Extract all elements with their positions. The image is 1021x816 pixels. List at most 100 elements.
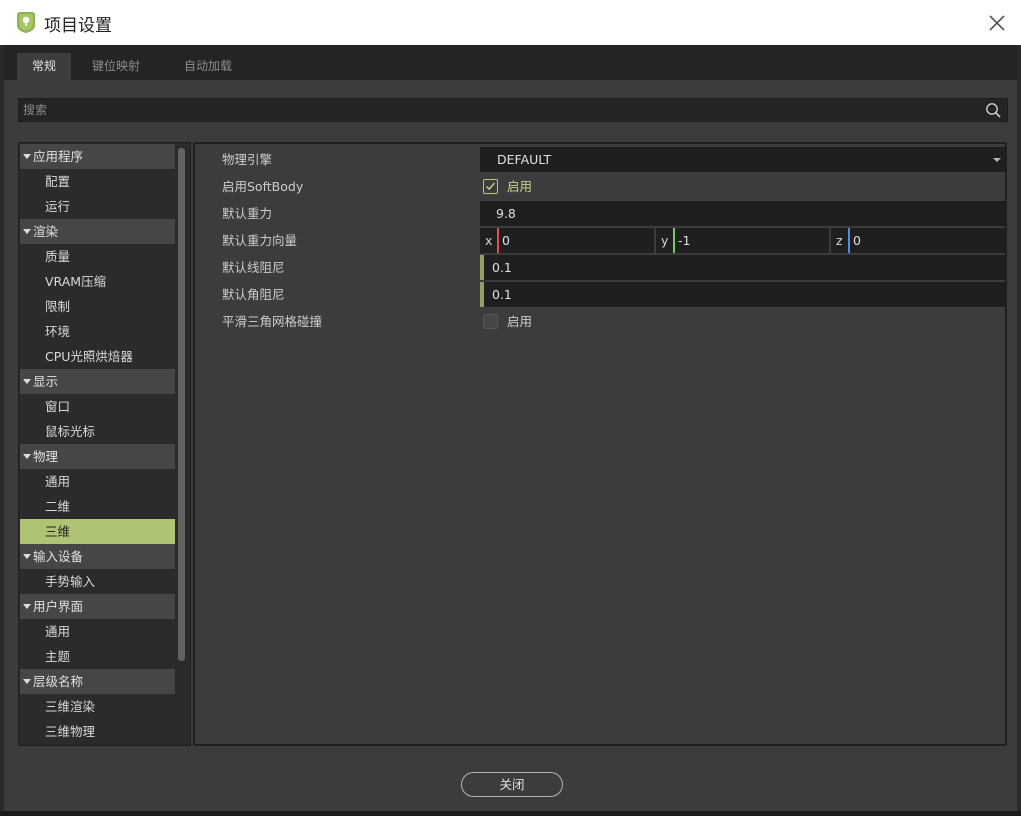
window-frame-left [0,45,4,816]
tree-item-3d-render[interactable]: 三维渲染 [20,694,175,719]
axis-label-x: x [485,233,493,248]
triangle-down-icon [23,679,31,684]
tree-section-display[interactable]: 显示 [20,369,175,394]
tree-item-environment[interactable]: 环境 [20,319,175,344]
physics-engine-dropdown[interactable]: DEFAULT [480,147,1007,172]
tree-label: 环境 [45,324,71,339]
tree-item-cpu-lightmapper[interactable]: CPU光照烘焙器 [20,344,175,369]
tree-label: 渲染 [33,224,59,239]
axis-label-y: y [661,233,669,248]
gravity-vector-z-field[interactable]: z 0 [831,228,1007,253]
tree-label: 应用程序 [33,149,84,164]
linear-damp-slider[interactable]: 0.1 [480,255,1007,280]
search-icon[interactable] [985,102,1001,118]
tree-label: 运行 [45,199,71,214]
dropdown-value: DEFAULT [497,152,552,167]
tree-label: 手势输入 [45,574,96,589]
window-title: 项目设置 [44,16,112,36]
tree-label: 窗口 [45,399,71,414]
triangle-down-icon [23,154,31,159]
tree-item-mouse-cursor[interactable]: 鼠标光标 [20,419,175,444]
axis-marker-y [673,228,675,253]
tree-item-window[interactable]: 窗口 [20,394,175,419]
tab-general[interactable]: 常规 [17,53,71,80]
tree-item-physics-common[interactable]: 通用 [20,469,175,494]
axis-label-z: z [836,233,843,248]
prop-label-gravity-vector: 默认重力向量 [222,233,298,248]
tree-item-config[interactable]: 配置 [20,169,175,194]
tree-item-vram-compression[interactable]: VRAM压缩 [20,269,175,294]
triangle-down-icon [23,604,31,609]
field-value: 0.1 [492,260,512,275]
tree-label: CPU光照烘焙器 [45,349,133,364]
checkbox-box [483,314,498,329]
tree-section-gui[interactable]: 用户界面 [20,594,175,619]
prop-label-enable-softbody: 启用SoftBody [222,179,304,194]
tree-label: 二维 [45,499,71,514]
tree-section-rendering[interactable]: 渲染 [20,219,175,244]
tree-label: 三维渲染 [45,699,96,714]
close-icon[interactable] [985,11,1009,35]
title-bar: 项目设置 [0,0,1021,45]
window-frame-right [1017,45,1021,816]
gravity-vector-y-field[interactable]: y -1 [656,228,829,253]
taskbar-strip [0,811,1021,816]
tree-section-application[interactable]: 应用程序 [20,144,175,169]
tree-item-quality[interactable]: 质量 [20,244,175,269]
checkbox-label: 启用 [507,179,533,194]
tab-bar: 常规 键位映射 自动加载 [4,45,1017,80]
tab-input-map[interactable]: 键位映射 [80,53,152,80]
tree-scrollbar[interactable] [178,148,185,661]
triangle-down-icon [23,554,31,559]
search-bar [18,98,1008,122]
tree-label: 三维物理 [45,724,96,739]
settings-tree: 应用程序 配置 运行 渲染 质量 VRAM压缩 限制 环境 CPU光照烘焙器 显… [18,142,191,746]
prop-label-angular-damp: 默认角阻尼 [222,287,285,302]
properties-panel: 物理引擎 DEFAULT 启用SoftBody 启用 默认重力 9.8 默认重力… [193,142,1007,746]
tree-label: 通用 [45,474,71,489]
tree-label: VRAM压缩 [45,274,107,289]
axis-marker-x [497,228,499,253]
tree-item-3d-physics[interactable]: 三维物理 [20,719,175,744]
tree-label: 限制 [45,299,71,314]
tree-item-physics-3d[interactable]: 三维 [20,519,175,544]
tree-item-run[interactable]: 运行 [20,194,175,219]
search-input[interactable] [23,99,973,121]
tree-item-gui-common[interactable]: 通用 [20,619,175,644]
axis-marker-z [848,228,850,253]
field-value: 0 [853,233,861,248]
tree-label: 配置 [45,174,71,189]
tree-label: 用户界面 [33,599,84,614]
tree-label: 显示 [33,374,59,389]
tree-item-limits[interactable]: 限制 [20,294,175,319]
triangle-down-icon [23,229,31,234]
default-gravity-field[interactable]: 9.8 [480,201,1007,226]
field-value: -1 [678,233,691,248]
tree-label: 物理 [33,449,59,464]
gravity-vector-x-field[interactable]: x 0 [480,228,654,253]
prop-label-smooth-trimesh: 平滑三角网格碰撞 [222,314,323,329]
tree-label: 通用 [45,624,71,639]
tree-label: 主题 [45,649,71,664]
tree-label: 三维 [45,524,71,539]
tree-section-input-devices[interactable]: 输入设备 [20,544,175,569]
tree-item-theme[interactable]: 主题 [20,644,175,669]
angular-damp-slider[interactable]: 0.1 [480,282,1007,307]
tab-autoload[interactable]: 自动加载 [172,53,244,80]
tree-item-pointing[interactable]: 手势输入 [20,569,175,594]
tree-section-physics[interactable]: 物理 [20,444,175,469]
chevron-down-icon [993,158,1001,162]
field-value: 0.1 [492,287,512,302]
field-value: 9.8 [496,206,516,221]
field-value: 0 [502,233,510,248]
tree-label: 层级名称 [33,674,84,689]
close-button[interactable]: 关闭 [461,772,563,797]
triangle-down-icon [23,379,31,384]
tree-label: 鼠标光标 [45,424,96,439]
prop-label-physics-engine: 物理引擎 [222,152,273,167]
prop-label-linear-damp: 默认线阻尼 [222,260,285,275]
tree-item-physics-2d[interactable]: 二维 [20,494,175,519]
app-icon [17,12,35,33]
checkbox-label: 启用 [507,314,533,329]
tree-section-layer-names[interactable]: 层级名称 [20,669,175,694]
